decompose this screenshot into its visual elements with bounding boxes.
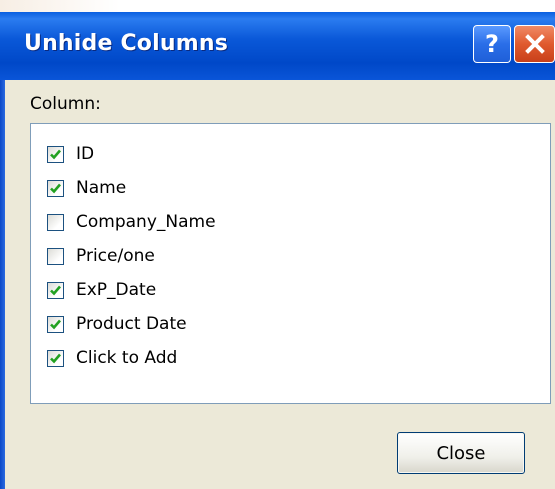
column-checkbox[interactable] bbox=[47, 213, 64, 231]
background-strip bbox=[0, 0, 555, 12]
checkmark-icon bbox=[50, 183, 61, 193]
checkmark-icon bbox=[50, 149, 61, 159]
checkmark-icon bbox=[50, 319, 61, 329]
column-list[interactable]: ID Name Company_Name Price/one ExP_Date … bbox=[30, 123, 551, 404]
column-label: Column: bbox=[30, 94, 101, 114]
help-icon: ? bbox=[485, 30, 499, 58]
title-bar[interactable]: Unhide Columns ? bbox=[0, 12, 555, 80]
list-item-exp-date[interactable]: ExP_Date bbox=[47, 276, 156, 304]
column-name: ExP_Date bbox=[76, 280, 157, 300]
list-item-id[interactable]: ID bbox=[47, 140, 94, 168]
column-checkbox[interactable] bbox=[47, 315, 64, 333]
column-checkbox[interactable] bbox=[47, 349, 64, 367]
list-item-click-to-add[interactable]: Click to Add bbox=[47, 344, 177, 372]
column-name: Company_Name bbox=[76, 212, 216, 232]
list-item-product-date[interactable]: Product Date bbox=[47, 310, 187, 338]
window-frame-left bbox=[0, 80, 5, 489]
background-highlight bbox=[0, 0, 120, 12]
help-button[interactable]: ? bbox=[473, 25, 511, 63]
checkmark-icon bbox=[50, 285, 61, 295]
checkmark-icon bbox=[50, 353, 61, 363]
column-name: Price/one bbox=[76, 246, 155, 266]
list-item-name[interactable]: Name bbox=[47, 174, 126, 202]
unhide-columns-dialog: Unhide Columns ? Column: ID Name Company… bbox=[0, 12, 555, 489]
dialog-title: Unhide Columns bbox=[24, 31, 229, 56]
column-name: Name bbox=[76, 178, 127, 198]
column-checkbox[interactable] bbox=[47, 247, 64, 265]
column-name: ID bbox=[76, 144, 95, 164]
list-item-price-one[interactable]: Price/one bbox=[47, 242, 155, 270]
close-button[interactable]: Close bbox=[397, 432, 525, 474]
column-checkbox[interactable] bbox=[47, 281, 64, 299]
column-checkbox[interactable] bbox=[47, 145, 64, 163]
close-icon bbox=[524, 34, 545, 54]
list-item-company-name[interactable]: Company_Name bbox=[47, 208, 216, 236]
column-name: Click to Add bbox=[76, 348, 178, 368]
column-name: Product Date bbox=[76, 314, 187, 334]
close-window-button[interactable] bbox=[514, 25, 555, 63]
column-checkbox[interactable] bbox=[47, 179, 64, 197]
